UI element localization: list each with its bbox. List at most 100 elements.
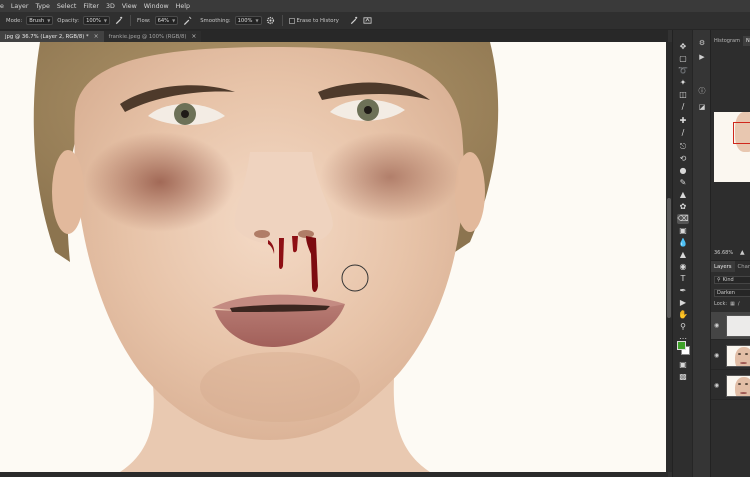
navigator-view-box[interactable] xyxy=(733,122,750,144)
quick-select-icon[interactable]: ✦ xyxy=(677,78,689,88)
clone-stamp-icon[interactable]: ⎋ xyxy=(677,142,689,152)
adjustments-icon[interactable]: ◪ xyxy=(697,102,707,112)
crop-icon[interactable]: ◫ xyxy=(677,90,689,100)
airbrush-icon[interactable] xyxy=(182,16,192,26)
flow-field[interactable]: 64% ▼ xyxy=(154,16,179,25)
menu-filter[interactable]: Filter xyxy=(83,3,99,10)
smoothing-value: 100% xyxy=(237,17,253,24)
erase-to-history-checkbox[interactable]: Erase to History xyxy=(288,17,339,24)
mode-label: Mode: xyxy=(6,17,23,24)
foreground-color-swatch[interactable] xyxy=(677,341,686,350)
properties-icon[interactable]: ⚙ xyxy=(697,38,707,48)
layer-thumbnail xyxy=(726,345,750,367)
type-icon[interactable]: T xyxy=(677,274,689,284)
lock-row: Lock: ▦ ∕ xyxy=(714,301,740,307)
opacity-value: 100% xyxy=(86,17,101,24)
kind-filter-value: Kind xyxy=(722,277,734,283)
menu-help[interactable]: Help xyxy=(176,3,190,10)
move-icon[interactable]: ✥ xyxy=(677,42,689,52)
menu-3d[interactable]: 3D xyxy=(106,3,115,10)
flow-label: Flow: xyxy=(136,17,151,24)
document-canvas[interactable] xyxy=(0,42,666,472)
left-pupil xyxy=(181,110,189,118)
menu-select[interactable]: Select xyxy=(57,3,76,10)
close-icon[interactable]: × xyxy=(94,33,99,40)
history-brush-icon[interactable]: ⟲ xyxy=(677,154,689,164)
hand-icon[interactable]: ✋ xyxy=(677,310,689,320)
mode-value: Brush xyxy=(29,17,45,24)
mode-dropdown[interactable]: Brush ▼ xyxy=(26,16,54,25)
menu-edit[interactable]: e xyxy=(0,3,4,10)
tab-active-document[interactable]: jpg @ 36.7% (Layer 2, RGB/8) * × xyxy=(0,31,104,42)
chevron-down-icon: ▼ xyxy=(47,18,51,23)
eye-icon[interactable]: ◉ xyxy=(714,352,719,359)
symmetry-icon[interactable] xyxy=(363,16,373,26)
path-select-icon[interactable]: ▶ xyxy=(677,298,689,308)
lock-pixels-icon[interactable]: ▦ xyxy=(730,301,735,307)
tab-label: jpg @ 36.7% (Layer 2, RGB/8) * xyxy=(5,33,89,40)
tab-layers[interactable]: Layers xyxy=(711,261,735,272)
layer-row[interactable]: ◉ xyxy=(711,372,750,400)
checkbox-box xyxy=(288,17,295,24)
top-panel-tabs: Histogram N xyxy=(711,36,750,46)
navigator-preview[interactable] xyxy=(714,112,750,182)
menu-view[interactable]: View xyxy=(122,3,137,10)
gear-icon[interactable] xyxy=(266,16,276,26)
smoothing-field[interactable]: 100% ▼ xyxy=(234,16,262,25)
close-icon[interactable]: × xyxy=(191,33,196,40)
quick-mask-icon[interactable]: ▣ xyxy=(677,360,689,370)
separator xyxy=(281,15,283,26)
navigator-zoom[interactable]: 36.68% xyxy=(714,250,733,256)
blur-icon[interactable]: 💧 xyxy=(677,238,689,248)
eraser-icon[interactable]: ⌫ xyxy=(677,214,689,224)
tab-channels[interactable]: Chan xyxy=(735,261,750,272)
info-icon[interactable]: ⓘ xyxy=(697,86,707,96)
stamp-icon[interactable]: ▲ xyxy=(677,190,689,200)
left-nostril xyxy=(254,230,270,238)
chin-shadow xyxy=(200,352,360,422)
zoom-out-icon[interactable]: ▲ xyxy=(740,249,745,256)
menu-window[interactable]: Window xyxy=(144,3,169,10)
zoom-icon[interactable]: ⚲ xyxy=(677,322,689,332)
tab-navigator[interactable]: N xyxy=(742,36,750,46)
layer-filter-dropdown[interactable]: ⚲ Kind xyxy=(714,276,750,284)
menu-layer[interactable]: Layer xyxy=(11,3,29,10)
flow-value: 64% xyxy=(157,17,170,24)
layers-panel-tabs: Layers Chan xyxy=(711,260,750,272)
pencil-icon[interactable]: ✎ xyxy=(677,178,689,188)
brush-icon[interactable]: ∕ xyxy=(677,128,689,138)
screen-mode-icon[interactable]: ▩ xyxy=(677,372,689,382)
opacity-field[interactable]: 100% ▼ xyxy=(83,16,110,25)
wand-icon[interactable]: ✿ xyxy=(677,202,689,212)
layer-row[interactable]: ◉ xyxy=(711,342,750,370)
right-nostril xyxy=(298,230,314,238)
gradient-icon[interactable]: ▣ xyxy=(677,226,689,236)
eye-icon[interactable]: ◉ xyxy=(714,322,719,329)
menu-type[interactable]: Type xyxy=(35,3,49,10)
play-icon[interactable]: ▶ xyxy=(697,52,707,62)
spot-icon[interactable]: ● xyxy=(677,166,689,176)
thumb-mouth xyxy=(740,362,747,364)
dodge-icon[interactable]: ◉ xyxy=(677,262,689,272)
tab-frankie-document[interactable]: frankie.jpeg @ 100% (RGB/8) × xyxy=(103,31,202,42)
blend-mode-dropdown[interactable]: Darken xyxy=(714,289,750,297)
scrollbar-thumb[interactable] xyxy=(667,198,671,318)
thumb-mouth xyxy=(740,392,747,394)
sharpen-icon[interactable]: ▲ xyxy=(677,250,689,260)
horizontal-scrollbar[interactable] xyxy=(0,472,668,477)
thumb-eye xyxy=(745,383,748,385)
eyedropper-icon[interactable]: ∕ xyxy=(677,102,689,112)
layer-row[interactable]: ◉ xyxy=(711,312,750,340)
lasso-icon[interactable]: ➰ xyxy=(677,66,689,76)
tab-histogram[interactable]: Histogram xyxy=(711,36,743,46)
eye-icon[interactable]: ◉ xyxy=(714,382,719,389)
pressure-opacity-icon[interactable] xyxy=(114,16,124,26)
healing-icon[interactable]: ✚ xyxy=(677,116,689,126)
left-ear xyxy=(52,150,84,234)
thumb-face xyxy=(735,377,750,396)
marquee-icon[interactable]: ▢ xyxy=(677,54,689,64)
lock-brush-icon[interactable]: ∕ xyxy=(738,301,740,307)
tools-panel: ✥ ▢ ➰ ✦ ◫ ∕ ✚ ∕ ⎋ ⟲ ● ✎ ▲ ✿ ⌫ ▣ 💧 ▲ ◉ T … xyxy=(672,30,692,477)
pen-icon[interactable]: ✒ xyxy=(677,286,689,296)
pressure-size-icon[interactable] xyxy=(349,16,359,26)
